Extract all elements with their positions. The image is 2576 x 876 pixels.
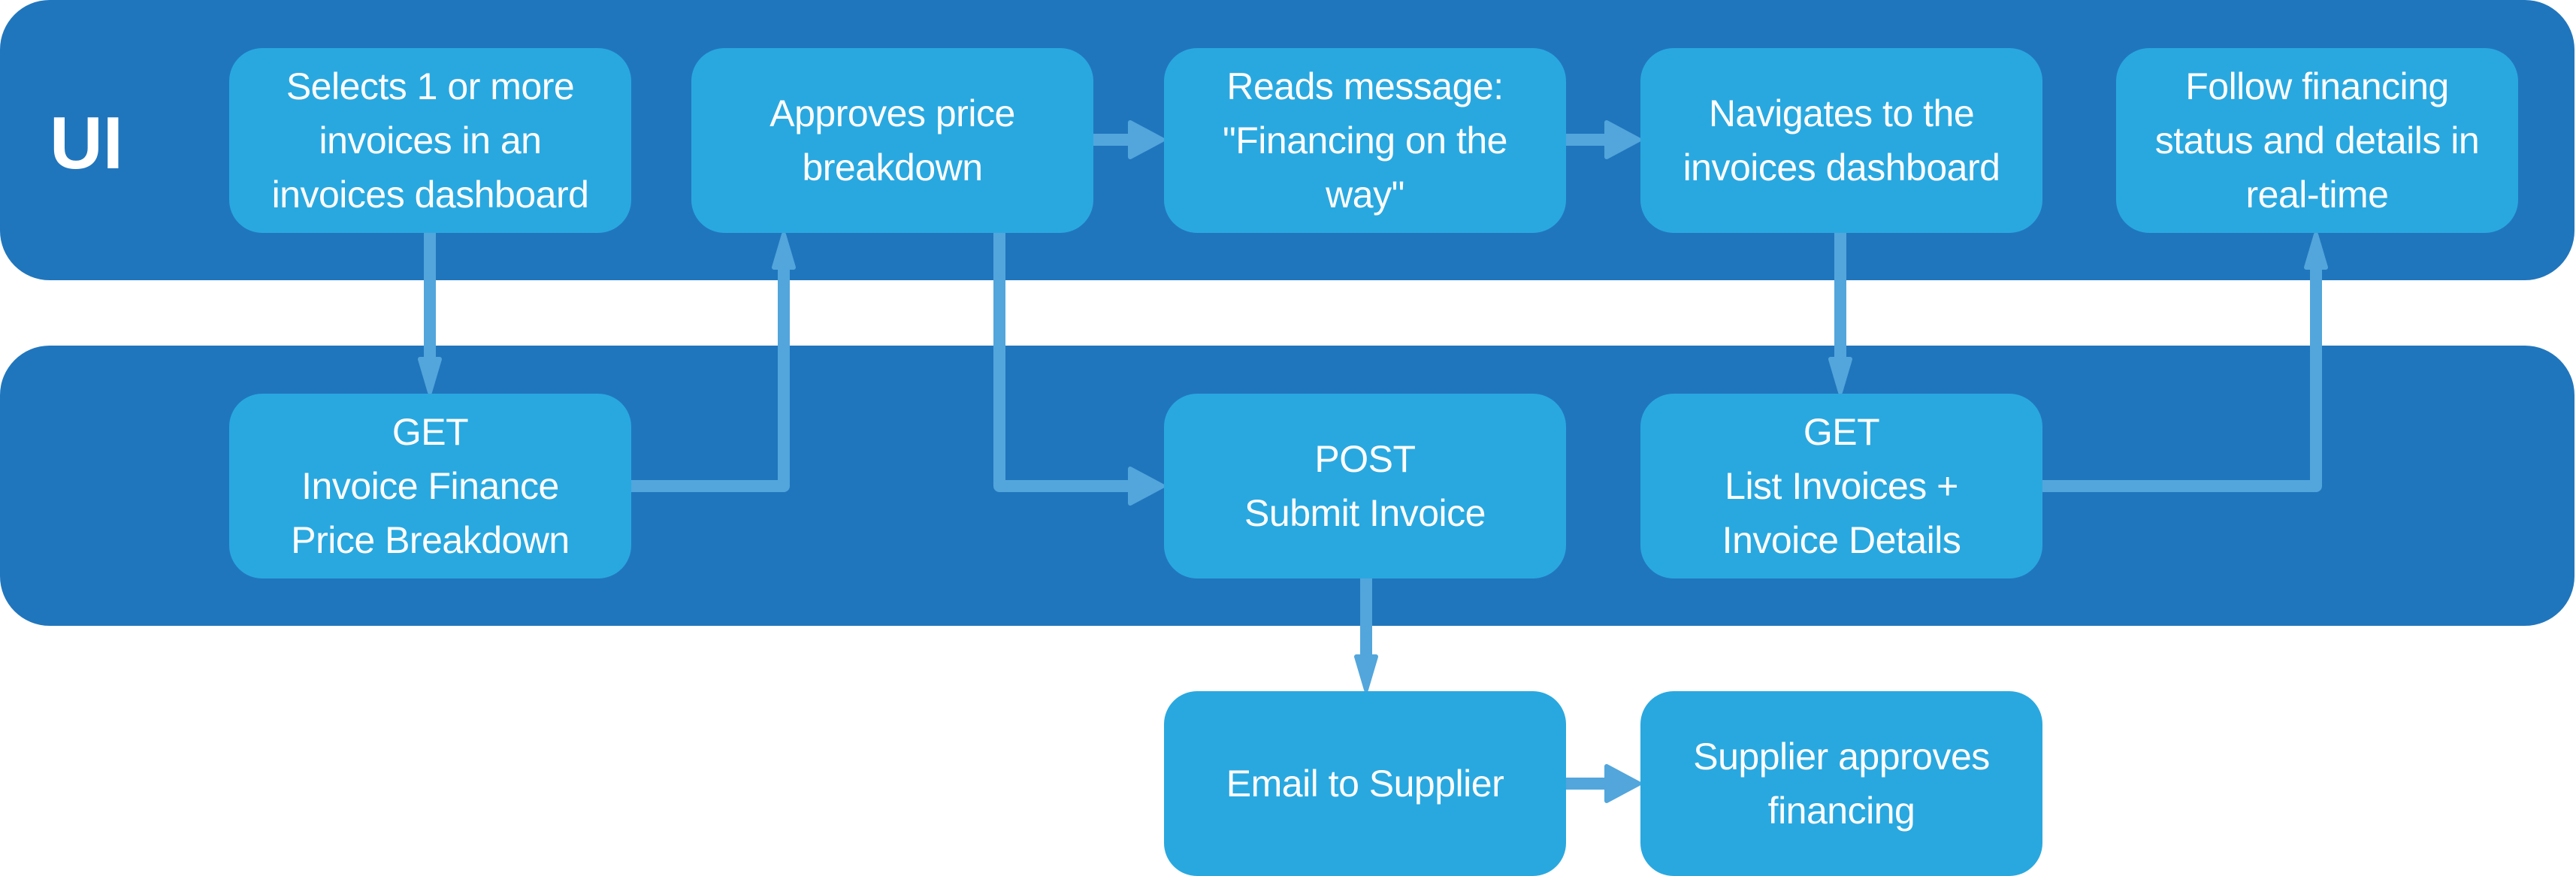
node-label: POST Submit Invoice [1244,438,1486,534]
arrow-select-to-get-price [418,233,442,394]
node-follow-status[interactable]: Follow financing status and details in r… [2116,48,2518,233]
node-label: GET List Invoices + Invoice Details [1722,411,1961,561]
node-email-supplier[interactable]: Email to Supplier [1164,691,1566,876]
node-navigate-dashboard[interactable]: Navigates to the invoices dashboard [1640,48,2042,233]
arrow-read-to-navigate [1566,120,1641,159]
arrow-approve-to-post [993,233,1165,506]
node-get-price-breakdown[interactable]: GET Invoice Finance Price Breakdown [229,394,631,578]
node-get-list-invoices[interactable]: GET List Invoices + Invoice Details [1640,394,2042,578]
arrow-email-to-supplier [1566,764,1641,803]
node-label: Email to Supplier [1226,763,1504,805]
arrow-get-price-to-approve [631,232,796,492]
node-label: Selects 1 or more invoices in an invoice… [271,65,589,216]
node-post-submit-invoice[interactable]: POST Submit Invoice [1164,394,1566,578]
node-approve-breakdown[interactable]: Approves price breakdown [691,48,1093,233]
node-label: GET Invoice Finance Price Breakdown [291,411,570,561]
arrow-post-to-email [1354,578,1378,692]
node-label: Navigates to the invoices dashboard [1683,92,2000,189]
arrow-approve-to-read [1093,120,1165,159]
arrow-get-list-to-follow [2042,232,2328,492]
arrow-navigate-to-get-list [1828,233,1852,394]
node-supplier-approves[interactable]: Supplier approves financing [1640,691,2042,876]
node-read-message[interactable]: Reads message: "Financing on the way" [1164,48,1566,233]
node-label: Reads message: "Financing on the way" [1223,65,1507,216]
node-label: Supplier approves financing [1693,736,1990,832]
node-label: Follow financing status and details in r… [2154,65,2480,216]
node-select-invoices[interactable]: Selects 1 or more invoices in an invoice… [229,48,631,233]
node-label: Approves price breakdown [769,92,1015,189]
